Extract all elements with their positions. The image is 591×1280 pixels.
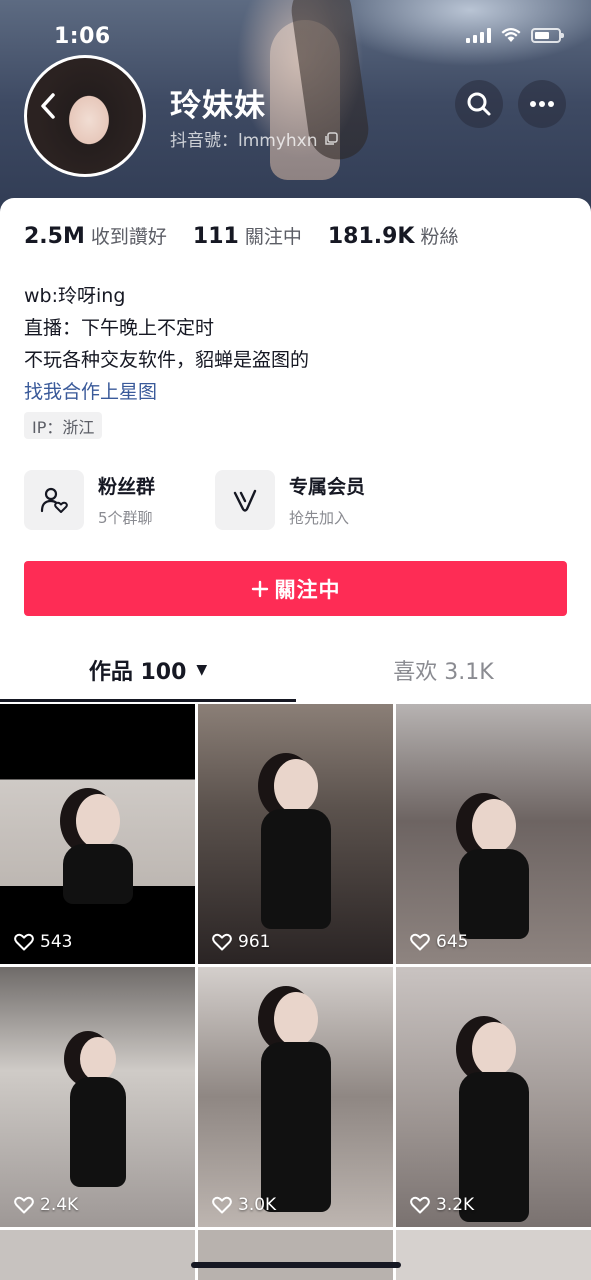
video-thumbnail[interactable]: 543	[0, 704, 195, 964]
stat-value: 2.5M	[24, 224, 85, 249]
thumbnail-figure	[458, 799, 529, 939]
vip-title: 专属会员	[289, 476, 366, 498]
content-tabs: 作品 100 ▼ 喜欢 3.1K	[0, 638, 591, 702]
fan-group-entry[interactable]: 粉丝群 5个群聊	[24, 470, 155, 530]
status-time: 1:06	[54, 24, 111, 49]
stat-followers[interactable]: 181.9K 粉絲	[328, 222, 459, 249]
profile-stats: 2.5M 收到讚好 111 關注中 181.9K 粉絲	[24, 222, 459, 249]
search-button[interactable]	[455, 80, 503, 128]
follow-button-label: 關注中	[274, 577, 341, 602]
vip-membership-entry[interactable]: 专属会员 抢先加入	[215, 470, 365, 530]
thumbnail-figure	[260, 759, 331, 929]
video-thumbnail[interactable]: 3.2K	[396, 967, 591, 1227]
active-tab-indicator	[0, 699, 296, 702]
video-thumbnail[interactable]	[198, 1230, 393, 1280]
video-likes-count: 543	[40, 932, 73, 952]
search-icon	[467, 92, 491, 116]
stat-value: 111	[192, 224, 239, 249]
home-indicator[interactable]	[191, 1262, 401, 1268]
video-thumbnail[interactable]	[0, 1230, 195, 1280]
follow-button[interactable]: 關注中	[24, 561, 567, 616]
group-chat-icon-box	[24, 470, 84, 530]
stat-following[interactable]: 111 關注中	[193, 222, 302, 249]
thumbnail-figure	[458, 1022, 529, 1222]
video-thumbnail[interactable]: 645	[396, 704, 591, 964]
profile-banner: 1:06 玲妹妹 抖音號：lmmyhxn	[0, 0, 591, 230]
ip-location-tag: IP：浙江	[24, 412, 103, 439]
stat-label: 粉絲	[420, 226, 459, 248]
video-likes: 645	[410, 932, 468, 952]
stat-value: 181.9K	[327, 224, 415, 249]
video-likes-count: 3.0K	[238, 1195, 277, 1215]
back-button[interactable]	[30, 86, 66, 126]
stat-label: 收到讚好	[90, 226, 167, 248]
heart-icon	[212, 933, 232, 951]
vip-icon	[233, 489, 257, 512]
bio-line: 直播：下午晚上不定时	[24, 317, 215, 339]
video-thumbnail[interactable]: 3.0K	[198, 967, 393, 1227]
video-likes: 543	[14, 932, 72, 952]
tab-works-label: 作品 100	[88, 660, 187, 685]
video-likes: 961	[212, 932, 270, 952]
fan-group-subtitle: 5个群聊	[98, 509, 153, 527]
video-thumbnail[interactable]	[396, 1230, 591, 1280]
caret-down-icon[interactable]: ▼	[196, 662, 207, 678]
copy-icon[interactable]	[324, 131, 338, 146]
video-likes-count: 961	[238, 932, 271, 952]
more-dots-icon	[530, 101, 554, 107]
heart-icon	[212, 1196, 232, 1214]
video-likes: 2.4K	[14, 1195, 78, 1215]
tab-likes-label: 喜欢 3.1K	[393, 660, 494, 685]
douyin-id[interactable]: 抖音號：lmmyhxn	[170, 126, 338, 151]
battery-icon	[531, 27, 564, 43]
heart-icon	[410, 933, 430, 951]
thumbnail-figure	[260, 992, 331, 1212]
video-likes-count: 3.2K	[436, 1195, 475, 1215]
bio-line: wb:玲呀ing	[24, 285, 126, 307]
heart-icon	[14, 1196, 34, 1214]
bio-collab-link[interactable]: 找我合作上星图	[24, 376, 309, 408]
group-chat-icon	[40, 487, 68, 513]
stat-label: 關注中	[244, 226, 302, 248]
more-button[interactable]	[518, 80, 566, 128]
status-icons	[466, 27, 564, 43]
heart-icon	[410, 1196, 430, 1214]
heart-icon	[14, 933, 34, 951]
chevron-left-icon	[41, 93, 55, 119]
vip-subtitle: 抢先加入	[289, 509, 350, 527]
profile-bio: wb:玲呀ing 直播：下午晚上不定时 不玩各种交友软件，貂蝉是盗图的 找我合作…	[24, 280, 309, 408]
tab-works[interactable]: 作品 100 ▼	[0, 638, 296, 702]
video-thumbnail[interactable]: 2.4K	[0, 967, 195, 1227]
video-likes-count: 645	[436, 932, 469, 952]
douyin-id-text: 抖音號：lmmyhxn	[170, 131, 318, 151]
tab-likes[interactable]: 喜欢 3.1K	[296, 638, 591, 702]
video-thumbnail[interactable]: 961	[198, 704, 393, 964]
profile-nickname: 玲妹妹	[170, 88, 266, 124]
wifi-icon	[501, 27, 521, 43]
thumbnail-figure	[69, 1037, 126, 1187]
stat-likes-received[interactable]: 2.5M 收到讚好	[24, 222, 167, 249]
video-likes: 3.2K	[410, 1195, 474, 1215]
fan-group-title: 粉丝群	[98, 476, 156, 498]
video-likes-count: 2.4K	[40, 1195, 79, 1215]
thumbnail-figure	[62, 794, 133, 904]
cellular-signal-icon	[466, 27, 491, 43]
bio-line: 不玩各种交友软件，貂蝉是盗图的	[24, 349, 310, 371]
plus-icon	[251, 580, 268, 597]
video-likes: 3.0K	[212, 1195, 276, 1215]
vip-icon-box	[215, 470, 275, 530]
